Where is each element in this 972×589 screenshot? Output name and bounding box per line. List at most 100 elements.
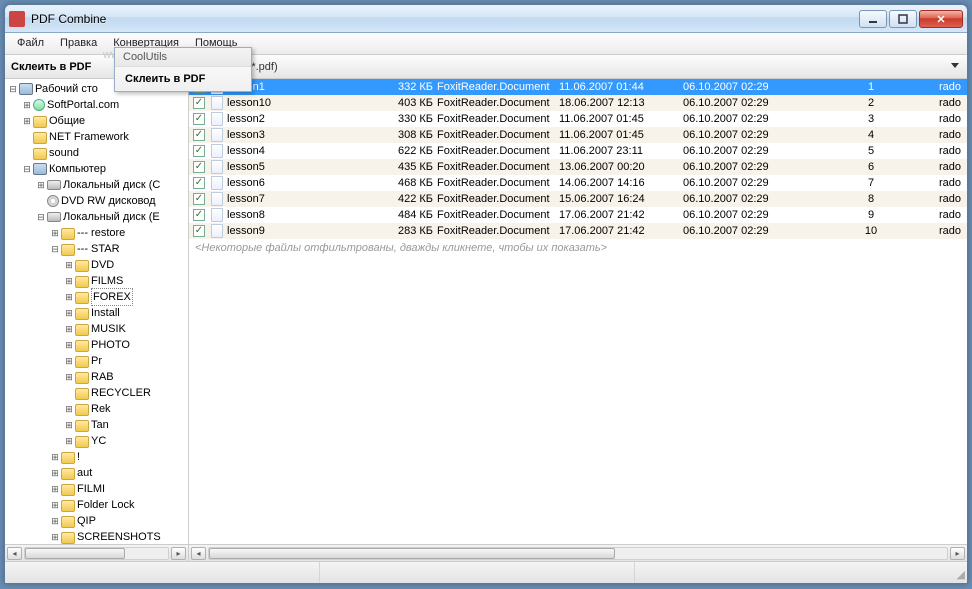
expand-icon[interactable]: ⊞ (21, 113, 33, 129)
tree-musik[interactable]: MUSIK (91, 321, 126, 337)
tree-forex[interactable]: FOREX (91, 288, 133, 306)
tree-desktop[interactable]: Рабочий сто (35, 81, 98, 97)
file-row[interactable]: ✓lesson4622 КБFoxitReader.Document11.06.… (189, 143, 967, 159)
file-pane: ✓lesson1332 КБFoxitReader.Document11.06.… (189, 79, 967, 561)
collapse-icon[interactable]: ⊟ (49, 241, 61, 257)
tree-star[interactable]: --- STAR (77, 241, 120, 257)
tree-sound[interactable]: sound (49, 145, 79, 161)
tree-install[interactable]: Install (91, 305, 120, 321)
checkbox[interactable]: ✓ (193, 129, 205, 141)
file-row[interactable]: ✓lesson1332 КБFoxitReader.Document11.06.… (189, 79, 967, 95)
file-row[interactable]: ✓lesson2330 КБFoxitReader.Document11.06.… (189, 111, 967, 127)
expand-icon[interactable]: ⊞ (21, 97, 33, 113)
maximize-button[interactable] (889, 10, 917, 28)
expand-icon[interactable]: ⊞ (63, 401, 75, 417)
tree-yc[interactable]: YC (91, 433, 106, 449)
checkbox[interactable]: ✓ (193, 225, 205, 237)
expand-icon[interactable]: ⊞ (63, 273, 75, 289)
expand-icon[interactable]: ⊞ (63, 417, 75, 433)
close-button[interactable] (919, 10, 963, 28)
scroll-left-icon[interactable]: ◂ (7, 547, 22, 560)
tree-softportal[interactable]: SoftPortal.com (47, 97, 119, 113)
file-row[interactable]: ✓lesson5435 КБFoxitReader.Document13.06.… (189, 159, 967, 175)
tree-pr[interactable]: Pr (91, 353, 102, 369)
tree-rek[interactable]: Rek (91, 401, 111, 417)
collapse-icon[interactable]: ⊟ (7, 81, 19, 97)
tree-restore[interactable]: --- restore (77, 225, 125, 241)
expand-icon[interactable]: ⊞ (63, 337, 75, 353)
tree-public[interactable]: Общие (49, 113, 85, 129)
scroll-track[interactable] (24, 547, 169, 560)
dropdown-icon[interactable] (951, 63, 959, 68)
expand-icon[interactable]: ⊞ (63, 433, 75, 449)
menu-edit[interactable]: Правка (52, 33, 105, 54)
checkbox[interactable]: ✓ (193, 97, 205, 109)
file-owner: rado (931, 97, 967, 109)
tree-tan[interactable]: Tan (91, 417, 109, 433)
expand-icon[interactable]: ⊞ (49, 481, 61, 497)
checkbox[interactable]: ✓ (193, 193, 205, 205)
expand-icon[interactable]: ⊞ (63, 353, 75, 369)
file-row[interactable]: ✓lesson10403 КБFoxitReader.Document18.06… (189, 95, 967, 111)
tree-qip[interactable]: QIP (77, 513, 96, 529)
file-size: 622 КБ (385, 145, 437, 157)
folder-tree[interactable]: ⊟ Рабочий сто ⊞ SoftPortal.com ⊞ Общие NET … (5, 79, 189, 561)
file-created: 06.10.2007 02:29 (683, 161, 811, 173)
file-row[interactable]: ✓lesson9283 КБFoxitReader.Document17.06.… (189, 223, 967, 239)
tree-computer[interactable]: Компьютер (49, 161, 106, 177)
file-icon (211, 224, 223, 238)
tree-excl[interactable]: ! (77, 449, 80, 465)
scroll-thumb[interactable] (25, 548, 125, 559)
context-menu-combine-pdf[interactable]: Склеить в PDF (115, 67, 251, 91)
expand-icon[interactable]: ⊞ (63, 305, 75, 321)
scroll-right-icon[interactable]: ▸ (950, 547, 965, 560)
expand-icon[interactable]: ⊞ (49, 225, 61, 241)
file-type: FoxitReader.Document (437, 97, 559, 109)
tree-flock[interactable]: Folder Lock (77, 497, 134, 513)
tree-photo[interactable]: PHOTO (91, 337, 130, 353)
tree-recycler[interactable]: RECYCLER (91, 385, 151, 401)
file-row[interactable]: ✓lesson8484 КБFoxitReader.Document17.06.… (189, 207, 967, 223)
scroll-left-icon[interactable]: ◂ (191, 547, 206, 560)
collapse-icon[interactable]: ⊟ (35, 209, 47, 225)
checkbox[interactable]: ✓ (193, 161, 205, 173)
expand-icon[interactable]: ⊞ (63, 369, 75, 385)
scroll-right-icon[interactable]: ▸ (171, 547, 186, 560)
file-row[interactable]: ✓lesson3308 КБFoxitReader.Document11.06.… (189, 127, 967, 143)
expand-icon[interactable]: ⊞ (63, 321, 75, 337)
expand-icon[interactable]: ⊞ (63, 289, 75, 305)
checkbox[interactable]: ✓ (193, 145, 205, 157)
checkbox[interactable]: ✓ (193, 177, 205, 189)
file-row[interactable]: ✓lesson6468 КБFoxitReader.Document14.06.… (189, 175, 967, 191)
filtered-hint[interactable]: <Некоторые файлы отфильтрованы, дважды к… (189, 239, 967, 257)
file-hscroll[interactable]: ◂ ▸ (189, 544, 967, 561)
resize-grip-icon[interactable]: ◢ (949, 562, 967, 583)
expand-icon[interactable]: ⊞ (49, 529, 61, 545)
file-row[interactable]: ✓lesson7422 КБFoxitReader.Document15.06.… (189, 191, 967, 207)
scroll-track[interactable] (208, 547, 948, 560)
tree-scr[interactable]: SCREENSHOTS (77, 529, 161, 545)
expand-icon[interactable]: ⊞ (49, 497, 61, 513)
checkbox[interactable]: ✓ (193, 209, 205, 221)
tree-aut[interactable]: aut (77, 465, 92, 481)
tree-hscroll[interactable]: ◂ ▸ (5, 544, 188, 561)
tree-local-e[interactable]: Локальный диск (E (63, 209, 160, 225)
tree-dvdf[interactable]: DVD (91, 257, 114, 273)
minimize-button[interactable] (859, 10, 887, 28)
collapse-icon[interactable]: ⊟ (21, 161, 33, 177)
expand-icon[interactable]: ⊞ (49, 465, 61, 481)
expand-icon[interactable]: ⊞ (63, 257, 75, 273)
expand-icon[interactable]: ⊞ (49, 449, 61, 465)
tree-dvd[interactable]: DVD RW дисковод (61, 193, 156, 209)
menu-file[interactable]: Файл (9, 33, 52, 54)
expand-icon[interactable]: ⊞ (35, 177, 47, 193)
tree-netfw[interactable]: NET Framework (49, 129, 129, 145)
checkbox[interactable]: ✓ (193, 113, 205, 125)
tree-filmi[interactable]: FILMI (77, 481, 105, 497)
tree-films[interactable]: FILMS (91, 273, 123, 289)
scroll-thumb[interactable] (209, 548, 615, 559)
file-list[interactable]: ✓lesson1332 КБFoxitReader.Document11.06.… (189, 79, 967, 544)
expand-icon[interactable]: ⊞ (49, 513, 61, 529)
tree-local-c[interactable]: Локальный диск (C (63, 177, 160, 193)
tree-rab[interactable]: RAB (91, 369, 114, 385)
